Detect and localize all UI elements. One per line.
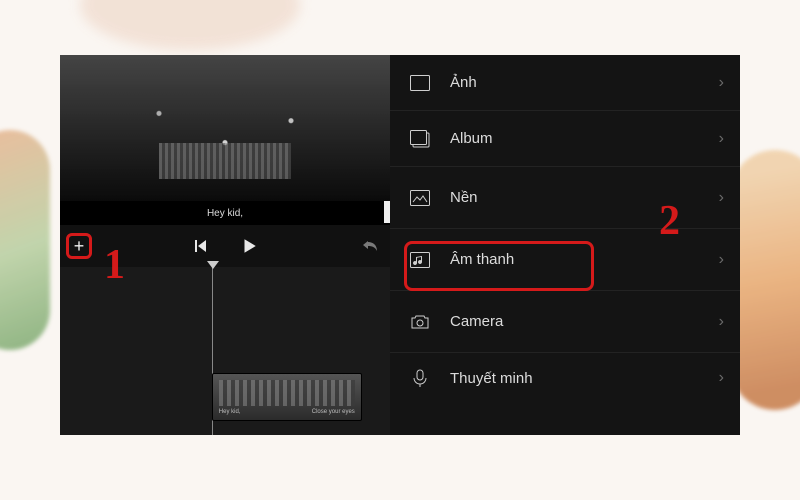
add-media-menu: Ảnh › Album › Nền › Âm thanh › (390, 55, 740, 435)
album-icon (408, 129, 432, 149)
menu-item-label: Thuyết minh (450, 370, 533, 387)
menu-item-audio[interactable]: Âm thanh › (390, 229, 740, 291)
menu-item-camera[interactable]: Camera › (390, 291, 740, 353)
play-icon[interactable] (240, 237, 258, 255)
preview-frame (60, 55, 390, 201)
menu-item-background[interactable]: Nền › (390, 167, 740, 229)
menu-item-label: Âm thanh (450, 251, 514, 268)
background-icon (408, 188, 432, 208)
chevron-right-icon: › (719, 313, 724, 331)
annotation-step-1: 1 (104, 241, 125, 289)
skip-back-icon[interactable] (192, 238, 208, 254)
clip-caption-left: Hey kid, (219, 409, 241, 418)
video-preview[interactable]: Hey kid, (60, 55, 390, 225)
screenshot-composite: Hey kid, + Hey kid, (60, 55, 740, 435)
photo-icon (408, 73, 432, 93)
timeline-clip[interactable]: Hey kid, Close your eyes (212, 373, 362, 421)
chevron-right-icon: › (719, 251, 724, 269)
decorative-blob (730, 150, 800, 410)
chevron-right-icon: › (719, 189, 724, 207)
chevron-right-icon: › (719, 130, 724, 148)
menu-item-label: Nền (450, 189, 478, 206)
undo-icon[interactable] (362, 239, 380, 253)
subtitle-caption: Hey kid, (60, 201, 390, 225)
menu-item-narration[interactable]: Thuyết minh › (390, 353, 740, 403)
timeline[interactable]: Hey kid, Close your eyes (60, 267, 390, 435)
menu-item-photo[interactable]: Ảnh › (390, 55, 740, 111)
chevron-right-icon: › (719, 369, 724, 387)
menu-item-label: Ảnh (450, 74, 477, 91)
camera-icon (408, 312, 432, 332)
add-media-button[interactable]: + (66, 233, 92, 259)
menu-item-album[interactable]: Album › (390, 111, 740, 167)
menu-item-label: Camera (450, 313, 503, 330)
editor-panel: Hey kid, + Hey kid, (60, 55, 390, 435)
annotation-step-2: 2 (659, 197, 680, 245)
decorative-blob (80, 0, 300, 50)
plus-icon: + (74, 237, 85, 255)
decorative-blob (0, 130, 50, 350)
mic-icon (408, 368, 432, 388)
menu-item-label: Album (450, 130, 493, 147)
chevron-right-icon: › (719, 74, 724, 92)
clip-caption-right: Close your eyes (312, 409, 355, 418)
audio-icon (408, 250, 432, 270)
